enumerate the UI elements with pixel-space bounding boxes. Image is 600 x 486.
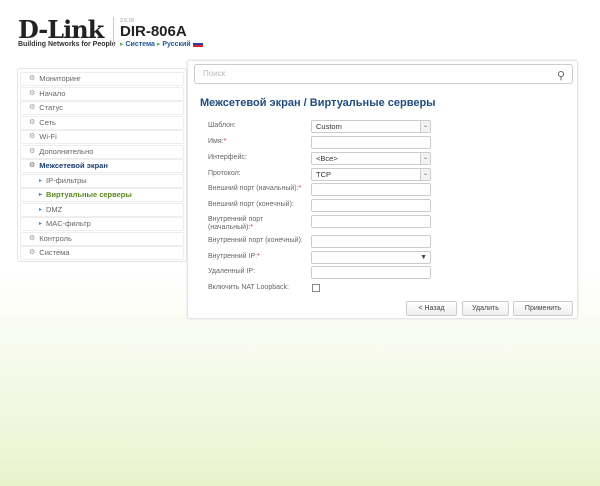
chevron-down-icon: ⌄ xyxy=(420,169,430,180)
sidebar-item-wifi[interactable]: ⚙ Wi-Fi xyxy=(20,130,184,144)
nat-loopback-label: Включить NAT Loopback: xyxy=(208,284,289,291)
search-input[interactable]: Поиск ⚲ xyxy=(194,64,573,84)
sidebar: ⚙ Мониторинг ⚙ Начало ⚙ Статус ⚙ Сеть ⚙ Wi-Fi… xyxy=(17,68,187,262)
int-port-start-label: Внутренний порт (начальный):* xyxy=(208,216,264,231)
header-links: ▸ Система ▸ Русский xyxy=(120,40,203,48)
nat-loopback-checkbox[interactable] xyxy=(312,284,320,292)
sidebar-item-virtual-servers[interactable]: ▸ Виртуальные серверы xyxy=(20,188,184,202)
sidebar-item-network[interactable]: ⚙ Сеть xyxy=(20,115,184,130)
delete-button[interactable]: Удалить xyxy=(462,301,509,316)
gear-icon: ⚙ xyxy=(29,104,36,111)
template-select[interactable]: Custom ⌄ xyxy=(311,120,431,133)
sidebar-item-firewall[interactable]: ⚙ Межсетевой экран xyxy=(20,159,184,173)
gear-icon: ⚙ xyxy=(29,162,36,169)
model-name: DIR-806A xyxy=(120,23,187,40)
int-ip-combobox[interactable]: ▼ xyxy=(311,251,431,264)
dlink-logo: D-Link Building Networks for People xyxy=(18,15,116,49)
interface-select[interactable]: <Все> ⌄ xyxy=(311,152,431,165)
bullet-icon: ▸ xyxy=(39,221,43,227)
int-ip-label: Внутренний IP:* xyxy=(208,253,260,260)
header-divider xyxy=(113,17,114,47)
gear-icon: ⚙ xyxy=(29,234,36,242)
protocol-select[interactable]: TCP ⌄ xyxy=(311,168,431,181)
bullet-icon: ▸ xyxy=(39,177,43,184)
sidebar-item-control[interactable]: ⚙ Контроль xyxy=(20,231,184,246)
ext-port-end-input[interactable] xyxy=(311,199,431,212)
sidebar-item-dmz[interactable]: ▸ DMZ xyxy=(20,202,184,217)
gear-icon: ⚙ xyxy=(29,249,36,256)
gear-icon: ⚙ xyxy=(29,118,36,126)
sidebar-item-monitoring[interactable]: ⚙ Мониторинг xyxy=(20,72,184,86)
sidebar-item-status[interactable]: ⚙ Статус xyxy=(20,101,184,115)
sidebar-item-start[interactable]: ⚙ Начало xyxy=(20,86,184,101)
int-port-start-input[interactable] xyxy=(311,215,431,228)
russian-flag-icon xyxy=(192,41,203,48)
page-title: Межсетевой экран / Виртуальные серверы xyxy=(200,97,436,109)
apply-button[interactable]: Применить xyxy=(513,301,573,316)
sidebar-item-advanced[interactable]: ⚙ Дополнительно xyxy=(20,144,184,159)
gear-icon: ⚙ xyxy=(29,133,36,140)
int-port-end-label: Внутренний порт (конечный): xyxy=(208,237,303,244)
ext-port-start-label: Внешний порт (начальный):* xyxy=(208,185,302,192)
sidebar-item-ip-filters[interactable]: ▸ IP-фильтры xyxy=(20,173,184,188)
interface-label: Интерфейс: xyxy=(208,154,247,161)
gear-icon: ⚙ xyxy=(29,89,36,97)
chevron-down-icon: ⌄ xyxy=(420,121,430,132)
remote-ip-label: Удаленный IP: xyxy=(208,268,256,275)
language-link[interactable]: Русский xyxy=(162,41,190,48)
dropdown-triangle-icon[interactable]: ▼ xyxy=(420,252,427,263)
back-button[interactable]: < Назад xyxy=(406,301,457,316)
protocol-label: Протокол: xyxy=(208,170,241,177)
main-panel: Поиск ⚲ Межсетевой экран / Виртуальные с… xyxy=(187,60,578,319)
bullet-icon: ▸ xyxy=(39,206,43,213)
chevron-down-icon: ⌄ xyxy=(420,153,430,164)
int-port-end-input[interactable] xyxy=(311,235,431,248)
ext-port-start-input[interactable] xyxy=(311,183,431,196)
remote-ip-input[interactable] xyxy=(311,266,431,279)
name-label: Имя:* xyxy=(208,138,227,145)
gear-icon: ⚙ xyxy=(29,75,36,82)
sidebar-item-mac-filter[interactable]: ▸ MAC-фильтр xyxy=(20,217,184,231)
template-label: Шаблон: xyxy=(208,122,236,129)
search-icon[interactable]: ⚲ xyxy=(557,67,565,85)
name-input[interactable] xyxy=(311,136,431,149)
gear-icon: ⚙ xyxy=(29,147,36,155)
bullet-icon: ▸ xyxy=(39,192,43,198)
sidebar-item-system[interactable]: ⚙ Система xyxy=(20,246,184,260)
ext-port-end-label: Внешний порт (конечный): xyxy=(208,201,294,208)
system-link[interactable]: Система xyxy=(125,41,154,48)
